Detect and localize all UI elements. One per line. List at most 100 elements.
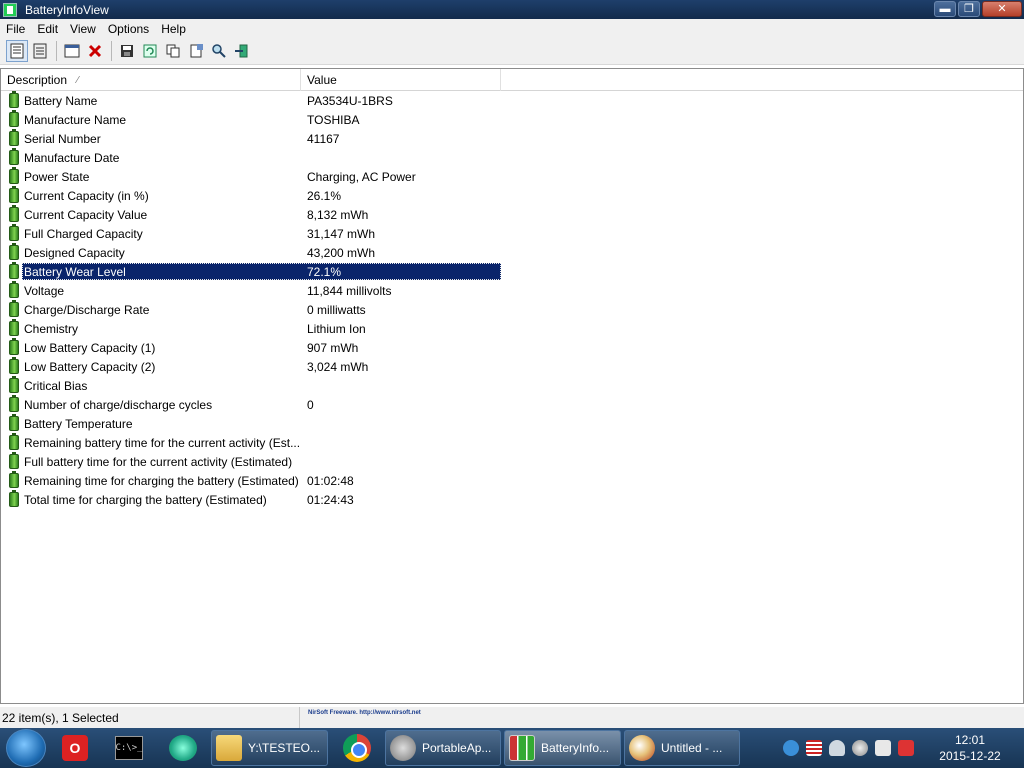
delete-icon: [88, 44, 102, 58]
table-row[interactable]: Current Capacity Value 8,132 mWh: [1, 205, 1023, 224]
table-row[interactable]: Serial Number 41167: [1, 129, 1023, 148]
table-row[interactable]: Charge/Discharge Rate 0 milliwatts: [1, 300, 1023, 319]
table-row[interactable]: Full Charged Capacity 31,147 mWh: [1, 224, 1023, 243]
details-view-icon: [33, 43, 47, 59]
table-row[interactable]: Manufacture Name TOSHIBA: [1, 110, 1023, 129]
opera-icon: O: [62, 735, 88, 761]
menu-view[interactable]: View: [64, 22, 102, 36]
row-description: Power State: [24, 169, 90, 184]
battery-icon: [9, 452, 19, 469]
battery-icon: [9, 148, 19, 165]
table-row[interactable]: Designed Capacity 43,200 mWh: [1, 243, 1023, 262]
copy-button[interactable]: [162, 40, 184, 62]
table-row[interactable]: Number of charge/discharge cycles 0: [1, 395, 1023, 414]
battery-app-icon: [3, 2, 17, 17]
clock-time: 12:01: [954, 733, 986, 747]
row-description: Battery Temperature: [24, 416, 133, 431]
table-row[interactable]: Remaining time for charging the battery …: [1, 471, 1023, 490]
refresh-button[interactable]: [139, 40, 161, 62]
battery-icon: [9, 129, 19, 146]
network-icon: [169, 735, 197, 761]
start-button[interactable]: [6, 729, 46, 767]
properties-view-button[interactable]: [29, 40, 51, 62]
table-row[interactable]: Power State Charging, AC Power: [1, 167, 1023, 186]
task-portableapps[interactable]: PortableAp...: [385, 730, 501, 766]
taskbar-pin-chrome[interactable]: [332, 730, 382, 766]
battery-icon: [9, 433, 19, 450]
table-row[interactable]: Low Battery Capacity (1) 907 mWh: [1, 338, 1023, 357]
table-row[interactable]: Remaining battery time for the current a…: [1, 433, 1023, 452]
save-button[interactable]: [116, 40, 138, 62]
table-row[interactable]: Voltage 11,844 millivolts: [1, 281, 1023, 300]
list-header: Description ⁄ Value: [1, 69, 1023, 91]
row-value: 8,132 mWh: [307, 207, 369, 222]
battery-icon: [9, 281, 19, 298]
nirsoft-link[interactable]: NirSoft Freeware. http://www.nirsoft.net: [300, 707, 421, 728]
menu-edit[interactable]: Edit: [31, 22, 64, 36]
exit-button[interactable]: [231, 40, 253, 62]
row-value: 72.1%: [307, 264, 342, 279]
power-plug-icon[interactable]: [875, 740, 891, 756]
table-row[interactable]: Battery Temperature: [1, 414, 1023, 433]
column-header-description[interactable]: Description ⁄: [1, 69, 301, 91]
row-value: 26.1%: [307, 188, 342, 203]
menu-options[interactable]: Options: [102, 22, 155, 36]
toolbar: [0, 38, 1024, 65]
airplane-icon[interactable]: [829, 740, 845, 756]
report-icon: [190, 44, 203, 58]
window-title: BatteryInfoView: [25, 2, 109, 17]
task-paint[interactable]: Untitled - ...: [624, 730, 740, 766]
close-button[interactable]: ✕: [982, 1, 1022, 17]
list-rows: Battery Name PA3534U-1BRS Manufacture Name…: [1, 91, 1023, 509]
taskbar-pin-opera[interactable]: O: [50, 730, 100, 766]
globe-icon[interactable]: [783, 740, 799, 756]
table-row[interactable]: Total time for charging the battery (Est…: [1, 490, 1023, 509]
battery-icon: [9, 262, 19, 279]
row-description: Serial Number: [24, 131, 101, 146]
list-view-button[interactable]: [6, 40, 28, 62]
row-value: 0: [307, 397, 314, 412]
row-description: Charge/Discharge Rate: [24, 302, 150, 317]
restore-button[interactable]: ❐: [958, 1, 980, 17]
table-row[interactable]: Critical Bias: [1, 376, 1023, 395]
task-label: Untitled - ...: [661, 741, 723, 755]
battery-icon: [9, 167, 19, 184]
battery-icon: [9, 357, 19, 374]
taskbar-pin-network[interactable]: [158, 730, 208, 766]
task-batteryinfoview[interactable]: BatteryInfo...: [504, 730, 621, 766]
battery-icon: [9, 319, 19, 336]
table-row[interactable]: Battery Wear Level 72.1%: [1, 262, 1023, 281]
row-description: Number of charge/discharge cycles: [24, 397, 213, 412]
language-flag-icon[interactable]: [806, 740, 822, 756]
menu-help[interactable]: Help: [155, 22, 192, 36]
taskbar: O C:\>_ Y:\TESTEO... PortableAp... Batte…: [0, 728, 1024, 768]
clock[interactable]: 12:01 2015-12-22: [930, 728, 1010, 768]
task-testeo[interactable]: Y:\TESTEO...: [211, 730, 328, 766]
menu-file[interactable]: File: [0, 22, 31, 36]
minimize-button[interactable]: ▬: [934, 1, 956, 17]
menu-bar: File Edit View Options Help: [0, 19, 1024, 38]
network-status-icon[interactable]: [898, 740, 914, 756]
folder-icon: [216, 735, 242, 761]
system-tray: [783, 728, 914, 768]
battery-icon: [9, 338, 19, 355]
taskbar-pin-cmd[interactable]: C:\>_: [104, 730, 154, 766]
row-value: PA3534U-1BRS: [307, 93, 393, 108]
column-header-value[interactable]: Value: [301, 69, 501, 91]
window-controls: ▬ ❐ ✕: [934, 1, 1022, 17]
table-row[interactable]: Current Capacity (in %) 26.1%: [1, 186, 1023, 205]
battery-icon: [9, 376, 19, 393]
table-row[interactable]: Battery Name PA3534U-1BRS: [1, 91, 1023, 110]
table-row[interactable]: Low Battery Capacity (2) 3,024 mWh: [1, 357, 1023, 376]
table-row[interactable]: Chemistry Lithium Ion: [1, 319, 1023, 338]
row-description: Full Charged Capacity: [24, 226, 143, 241]
table-row[interactable]: Full battery time for the current activi…: [1, 452, 1023, 471]
find-button[interactable]: [208, 40, 230, 62]
command-prompt-icon: C:\>_: [115, 736, 143, 760]
battery-info-list[interactable]: Description ⁄ Value Battery Name PA3534U-…: [0, 68, 1024, 704]
html-report-button[interactable]: [185, 40, 207, 62]
battery-log-button[interactable]: [61, 40, 83, 62]
steam-icon[interactable]: [852, 740, 868, 756]
delete-button[interactable]: [84, 40, 106, 62]
table-row[interactable]: Manufacture Date: [1, 148, 1023, 167]
